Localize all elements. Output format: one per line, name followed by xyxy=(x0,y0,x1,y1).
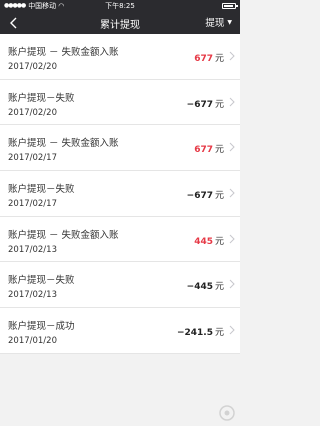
record-name: 账户提现 － 失败金额入账 xyxy=(8,47,119,58)
record-list: 账户提现 － 失败金额入账 2017/02/20 677 元 账户提现－失败 20… xyxy=(0,34,240,354)
record-name: 账户提现－失败 xyxy=(8,184,75,196)
record-amount-value: −445 xyxy=(186,282,213,293)
record-amount: 445 元 xyxy=(194,234,224,247)
record-amount-unit: 元 xyxy=(214,282,224,293)
status-bar: ●●●●● 中国移动 ◠ 下午8:25 xyxy=(0,0,240,11)
watermark-logo xyxy=(219,405,235,421)
chevron-right-icon xyxy=(229,325,235,335)
record-date: 2017/02/13 xyxy=(8,290,57,301)
status-time: 下午8:25 xyxy=(105,1,135,10)
record-name: 账户提现－失败 xyxy=(8,92,75,104)
record-amount-value: 445 xyxy=(194,236,213,247)
record-amount: −677 元 xyxy=(187,188,224,201)
chevron-right-icon xyxy=(229,188,235,198)
withdraw-menu-label: 提现 xyxy=(205,18,225,29)
record-amount: −241.5 元 xyxy=(177,325,224,338)
chevron-right-icon xyxy=(229,280,235,289)
record-amount: 677 元 xyxy=(194,142,224,155)
chevron-right-icon xyxy=(229,97,235,107)
record-amount: −445 元 xyxy=(187,279,224,292)
record-name: 账户提现 － 失败金额入账 xyxy=(8,138,119,150)
list-item[interactable]: 账户提现－失败 2017/02/13 −445 元 xyxy=(0,262,240,309)
record-name: 账户提现 － 失败金额入账 xyxy=(8,229,119,241)
record-date: 2017/02/17 xyxy=(8,199,57,210)
chevron-right-icon xyxy=(229,51,235,61)
record-date: 2017/02/20 xyxy=(8,62,57,72)
withdraw-menu-button[interactable]: 提现 ▼ xyxy=(205,15,232,29)
page-title: 累计提现 xyxy=(100,20,140,31)
list-item[interactable]: 账户提现 － 失败金额入账 2017/02/20 677 元 xyxy=(0,34,240,80)
record-amount-unit: 元 xyxy=(214,191,224,202)
record-amount: 677 元 xyxy=(194,51,224,64)
record-amount-value: −677 xyxy=(186,99,213,110)
record-amount-value: −241.5 xyxy=(176,328,213,339)
record-amount-unit: 元 xyxy=(214,54,224,64)
list-item[interactable]: 账户提现 － 失败金额入账 2017/02/17 677 元 xyxy=(0,125,240,172)
record-amount-unit: 元 xyxy=(214,99,224,110)
record-amount-unit: 元 xyxy=(214,236,224,247)
chevron-right-icon xyxy=(229,234,235,244)
nav-bar: 累计提现 提现 ▼ xyxy=(0,11,240,34)
record-amount-value: 677 xyxy=(194,54,213,64)
chevron-right-icon xyxy=(229,143,235,152)
battery-icon xyxy=(222,3,238,9)
record-date: 2017/02/13 xyxy=(8,244,57,255)
list-item[interactable]: 账户提现 － 失败金额入账 2017/02/13 445 元 xyxy=(0,216,240,263)
record-date: 2017/02/20 xyxy=(8,107,57,118)
caret-down-icon: ▼ xyxy=(227,18,232,26)
record-date: 2017/01/20 xyxy=(8,336,57,347)
record-amount-value: −677 xyxy=(186,191,213,202)
list-item[interactable]: 账户提现－成功 2017/01/20 −241.5 元 xyxy=(0,308,240,354)
record-amount-unit: 元 xyxy=(214,328,224,339)
record-name: 账户提现－成功 xyxy=(8,321,75,333)
record-name: 账户提现－失败 xyxy=(8,275,75,287)
record-date: 2017/02/17 xyxy=(8,153,57,164)
list-item[interactable]: 账户提现－失败 2017/02/17 −677 元 xyxy=(0,171,240,217)
list-item[interactable]: 账户提现－失败 2017/02/20 −677 元 xyxy=(0,79,240,126)
record-amount-value: 677 xyxy=(194,145,213,156)
record-amount: −677 元 xyxy=(187,97,224,110)
record-amount-unit: 元 xyxy=(214,145,224,156)
